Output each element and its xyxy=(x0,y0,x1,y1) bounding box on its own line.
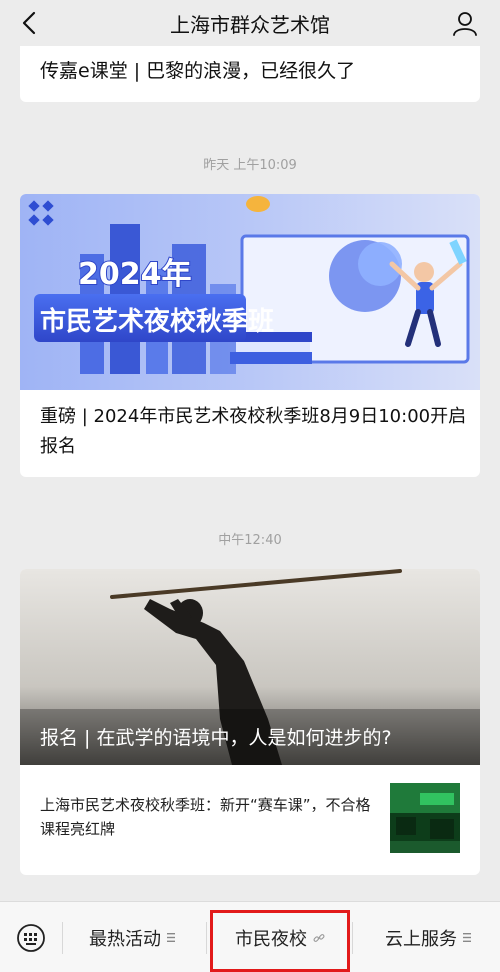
menu-item-label: 最热活动 xyxy=(89,928,161,950)
menu-divider xyxy=(206,922,207,954)
menu-divider xyxy=(352,922,353,954)
highlight-box xyxy=(210,910,350,972)
timestamp: 昨天 上午10:09 xyxy=(203,158,297,173)
menu-item-label: 云上服务 xyxy=(385,928,457,950)
menu-item-cloud-services[interactable]: 云上服务 xyxy=(356,902,500,972)
article-card[interactable]: 报名 | 在武学的语境中，人是如何进步的? 上海市民艺术夜校秋季班：新开“赛车课… xyxy=(20,569,480,875)
keyboard-icon[interactable] xyxy=(16,924,46,952)
back-arrow-icon[interactable] xyxy=(16,8,44,38)
timestamp: 中午12:40 xyxy=(218,533,282,548)
banner-image[interactable]: 2024年 市民艺术夜校秋季班 xyxy=(20,194,480,390)
article-title: 重磅 | 2024年市民艺术夜校秋季班8月9日10:00开启报名 xyxy=(40,406,467,457)
submenu-icon xyxy=(167,933,175,942)
menu-item-hot-activities[interactable]: 最热活动 xyxy=(62,902,202,972)
article-title: 报名 | 在武学的语境中，人是如何进步的? xyxy=(40,727,392,749)
top-nav-bar: 上海市群众艺术馆 xyxy=(0,0,500,46)
sub-article-item[interactable]: 上海市民艺术夜校秋季班：新开“赛车课”，不合格课程亮红牌 xyxy=(20,765,480,875)
article-title: 传嘉e课堂 | 巴黎的浪漫，已经很久了 xyxy=(40,60,356,82)
sub-article-thumbnail xyxy=(390,783,460,853)
profile-icon[interactable] xyxy=(452,10,478,36)
submenu-icon xyxy=(463,933,471,942)
banner-year-text: 2024年 xyxy=(78,257,192,292)
article-card[interactable]: 2024年 市民艺术夜校秋季班 重磅 | 2024年市民艺术夜校秋季班8月9日1… xyxy=(20,194,480,477)
sub-article-title: 上海市民艺术夜校秋季班：新开“赛车课”，不合格课程亮红牌 xyxy=(40,796,371,838)
page-title: 上海市群众艺术馆 xyxy=(170,12,330,37)
banner-title-text: 市民艺术夜校秋季班 xyxy=(40,306,274,337)
article-card[interactable]: 传嘉e课堂 | 巴黎的浪漫，已经很久了 xyxy=(20,46,480,102)
bottom-menu-bar: 最热活动 市民夜校 云上服务 xyxy=(0,901,500,972)
